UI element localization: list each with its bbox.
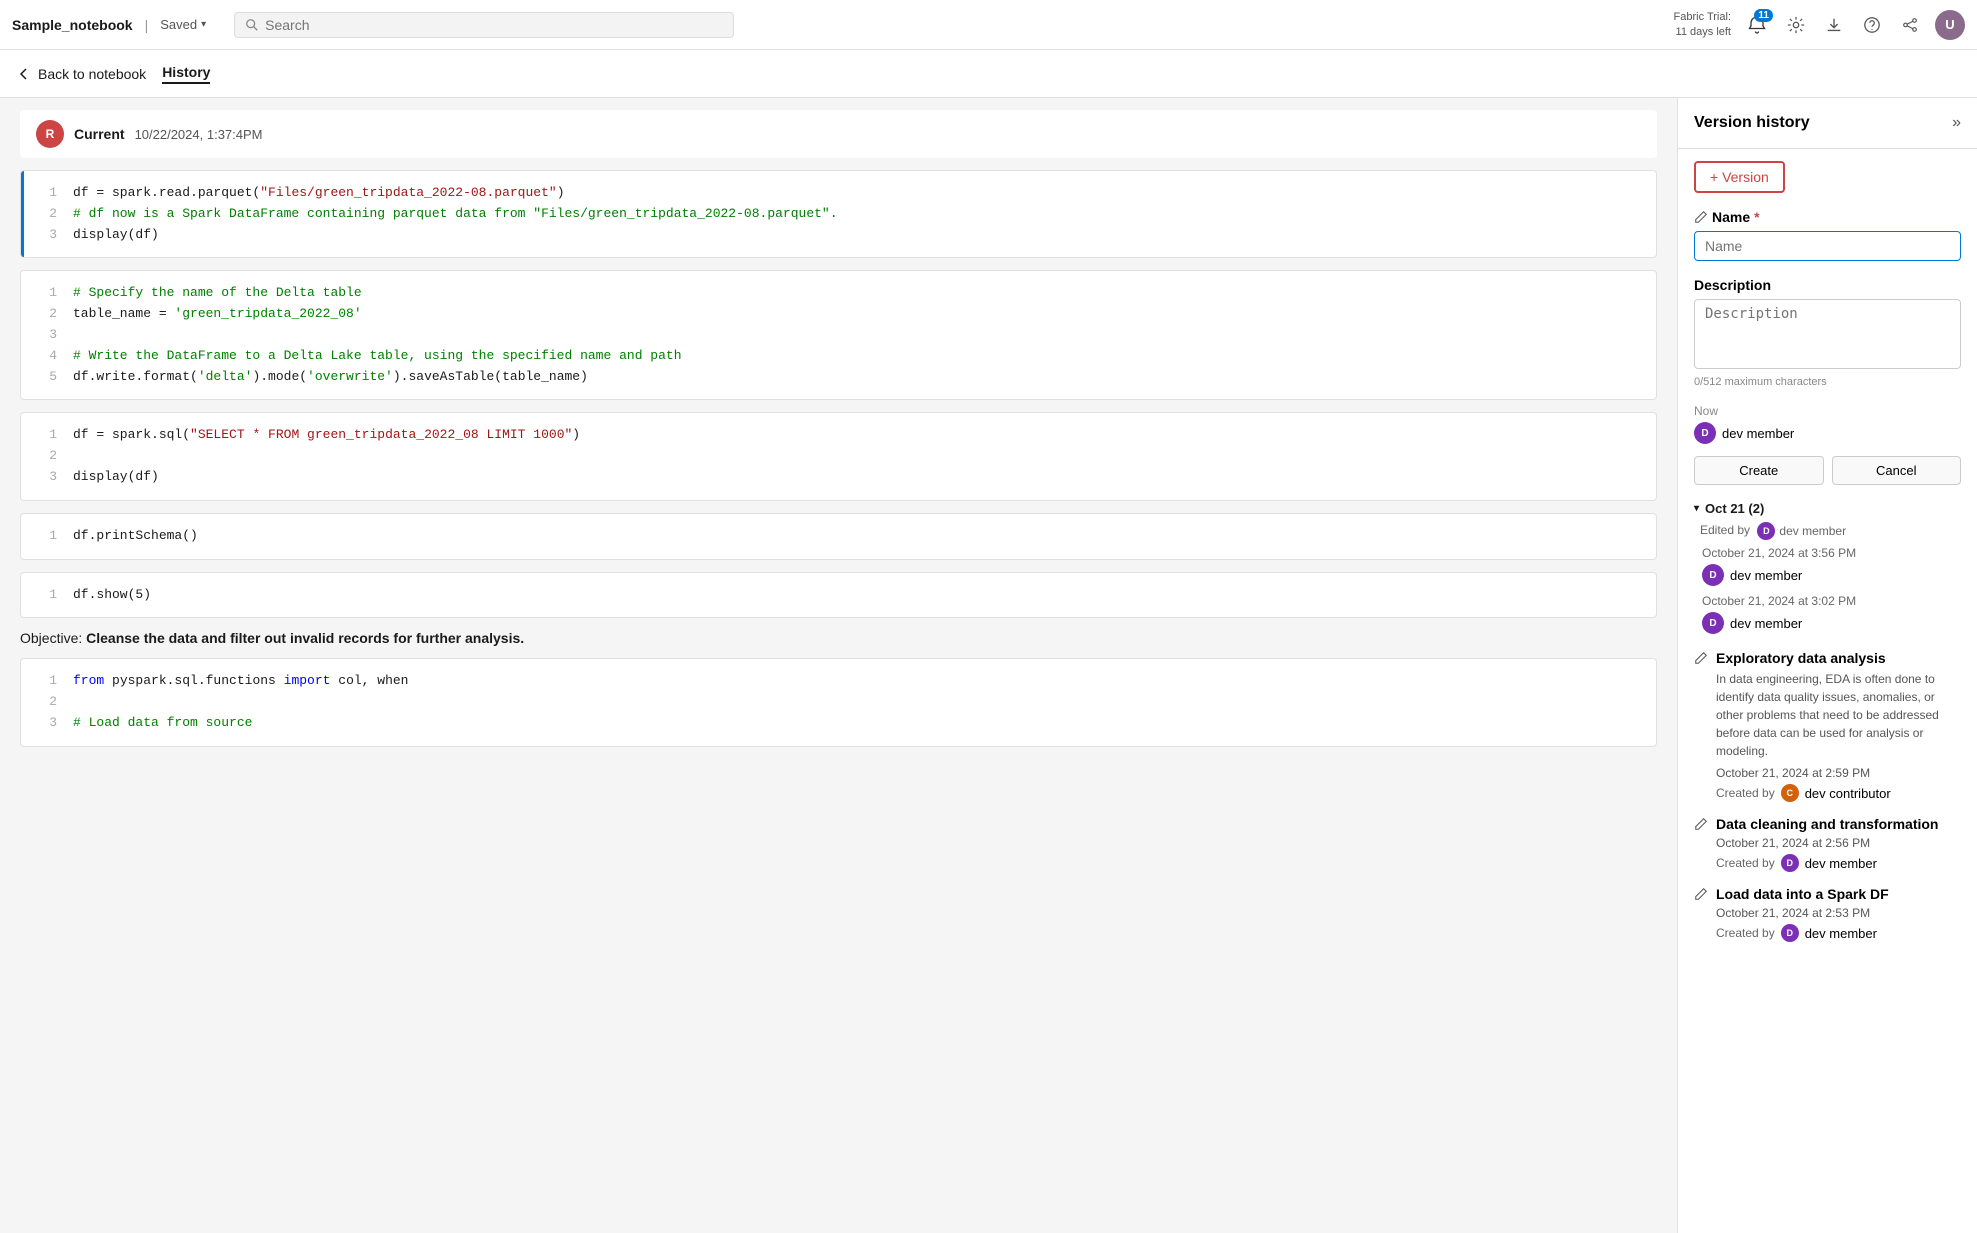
load-user-avatar: D [1781, 924, 1799, 942]
chevron-down-icon: ▾ [1694, 503, 1699, 514]
code-cell-4: 1df.printSchema() [20, 513, 1657, 560]
avatar[interactable]: U [1935, 10, 1965, 40]
oct21-version-group: ▾ Oct 21 (2) Edited by D dev member Octo… [1694, 501, 1961, 634]
entry2-avatar: D [1702, 612, 1724, 634]
name-input[interactable] [1694, 231, 1961, 261]
current-version-header: R Current 10/22/2024, 1:37:4PM [20, 110, 1657, 158]
panel-header: Version history » [1678, 98, 1977, 149]
download-icon [1825, 16, 1843, 34]
now-user-name: dev member [1722, 426, 1794, 441]
now-user-chip: D dev member [1694, 422, 1961, 444]
oct21-edited-by: Edited by D dev member [1694, 522, 1961, 540]
back-arrow-icon [16, 66, 32, 82]
panel-title: Version history [1694, 114, 1810, 132]
version-entry-2-user: D dev member [1702, 612, 1961, 634]
notebook-area: R Current 10/22/2024, 1:37:4PM 1df = spa… [0, 98, 1677, 1233]
named-version-eda: Exploratory data analysis In data engine… [1694, 650, 1961, 802]
code-cell-6: 1from pyspark.sql.functions import col, … [20, 658, 1657, 746]
now-section: Now D dev member [1694, 404, 1961, 444]
help-button[interactable] [1859, 12, 1885, 38]
name-section: Name * [1694, 209, 1961, 261]
version-entry-2: October 21, 2024 at 3:02 PM D dev member [1694, 594, 1961, 634]
version-history-panel: Version history » + Version Name * [1677, 98, 1977, 1233]
named-version-load: Load data into a Spark DF October 21, 20… [1694, 886, 1961, 942]
history-tab[interactable]: History [162, 64, 210, 84]
now-label: Now [1694, 404, 1961, 418]
version-entry-1-user: D dev member [1702, 564, 1961, 586]
back-to-notebook-button[interactable]: Back to notebook [16, 66, 146, 82]
cleaning-user-avatar: D [1781, 854, 1799, 872]
notebook-title: Sample_notebook [12, 17, 133, 33]
cancel-button[interactable]: Cancel [1832, 456, 1962, 485]
share-button[interactable] [1897, 12, 1923, 38]
oct21-group-label: Oct 21 (2) [1705, 501, 1764, 516]
code-cell-2: 1# Specify the name of the Delta table 2… [20, 270, 1657, 400]
subheader: Back to notebook History [0, 50, 1977, 98]
search-input[interactable] [265, 17, 723, 33]
share-icon [1901, 16, 1919, 34]
saved-status: Saved ▾ [160, 17, 206, 32]
name-label: Name * [1694, 209, 1961, 225]
notification-count: 11 [1754, 9, 1773, 22]
pencil-icon [1694, 817, 1708, 831]
question-icon [1863, 16, 1881, 34]
entry1-avatar: D [1702, 564, 1724, 586]
create-version-button[interactable]: Create [1694, 456, 1824, 485]
current-label: Current [74, 126, 125, 142]
action-buttons: Create Cancel [1694, 456, 1961, 485]
notifications-button[interactable]: 11 [1743, 11, 1771, 39]
search-icon [245, 18, 259, 32]
gear-icon [1787, 16, 1805, 34]
pencil-icon [1694, 210, 1708, 224]
load-version-user: Created by D dev member [1694, 924, 1961, 942]
now-user-avatar: D [1694, 422, 1716, 444]
search-bar[interactable] [234, 12, 734, 38]
current-user-avatar: R [36, 120, 64, 148]
named-version-cleaning: Data cleaning and transformation October… [1694, 816, 1961, 872]
panel-body: + Version Name * Description [1678, 149, 1977, 1233]
version-entry-1: October 21, 2024 at 3:56 PM D dev member [1694, 546, 1961, 586]
objective-text: Objective: Cleanse the data and filter o… [20, 630, 1657, 646]
description-label: Description [1694, 277, 1961, 293]
code-cell-3: 1df = spark.sql("SELECT * FROM green_tri… [20, 412, 1657, 500]
eda-user-avatar: C [1781, 784, 1799, 802]
description-input[interactable] [1694, 299, 1961, 369]
trial-badge: Fabric Trial: 11 days left [1674, 10, 1731, 39]
cleaning-version-user: Created by D dev member [1694, 854, 1961, 872]
chevron-down-icon: ▾ [201, 19, 206, 30]
new-version-button[interactable]: + Version [1694, 161, 1785, 193]
current-date: 10/22/2024, 1:37:4PM [135, 127, 263, 142]
pencil-icon [1694, 651, 1708, 665]
oct21-editor-avatar: D [1757, 522, 1775, 540]
settings-button[interactable] [1783, 12, 1809, 38]
code-cell-5: 1df.show(5) [20, 572, 1657, 619]
pencil-icon [1694, 887, 1708, 901]
topbar-right: Fabric Trial: 11 days left 11 [1674, 10, 1965, 40]
collapse-panel-button[interactable]: » [1952, 114, 1961, 132]
char-count: 0/512 maximum characters [1694, 376, 1961, 388]
main-layout: R Current 10/22/2024, 1:37:4PM 1df = spa… [0, 98, 1977, 1233]
download-button[interactable] [1821, 12, 1847, 38]
code-cell-1: 1df = spark.read.parquet("Files/green_tr… [20, 170, 1657, 258]
eda-version-user: Created by C dev contributor [1694, 784, 1961, 802]
topbar: Sample_notebook | Saved ▾ Fabric Trial: … [0, 0, 1977, 50]
cell-border [21, 171, 24, 257]
description-section: Description 0/512 maximum characters [1694, 277, 1961, 388]
oct21-group-header[interactable]: ▾ Oct 21 (2) [1694, 501, 1961, 516]
